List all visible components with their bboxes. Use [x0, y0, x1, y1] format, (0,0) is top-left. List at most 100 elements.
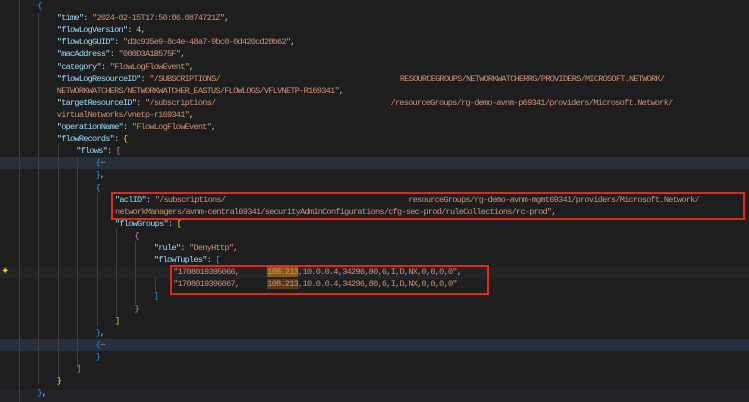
json-key: "time": [56, 13, 84, 24]
bracket: {: [37, 1, 42, 11]
bracket: }: [134, 303, 139, 314]
punctuation: ,: [189, 61, 194, 72]
json-string: /resourceGroups/rg-demo-avnm-p69341/prov…: [390, 97, 673, 108]
punctuation: ,: [338, 85, 344, 96]
code-line[interactable]: },: [37, 387, 47, 399]
current-line-highlight: [0, 157, 749, 169]
flowtuples-highlight-box: [170, 265, 489, 295]
json-string: "2024-02-15T17:50:06.0874721Z": [92, 13, 225, 24]
code-editor[interactable]: { "time": "2024-02-15T17:50:06.0874721Z",…: [0, 0, 749, 402]
punctuation: :: [122, 122, 132, 132]
code-line[interactable]: "flowLogResourceID": "/SUBSCRIPTIONS/RES…: [57, 73, 665, 85]
indent-guide: [38, 12, 40, 384]
bracket: }: [56, 376, 62, 387]
json-key: "flowTuples": [153, 255, 208, 266]
code-line[interactable]: NETWORKWATCHERS/NETWORKWATCHER_EASTUS/FL…: [56, 85, 344, 97]
code-line[interactable]: "flowLogVersion": 4,: [56, 24, 146, 36]
code-line[interactable]: "category": "FlowLogFlowEvent",: [57, 61, 194, 73]
json-key: "flowRecords": [56, 134, 115, 145]
indent-guide: [77, 157, 79, 368]
bracket: }: [95, 351, 101, 362]
line-highlight: [0, 390, 749, 402]
code-line[interactable]: ]: [115, 315, 120, 327]
punctuation: :: [206, 255, 216, 266]
json-string: "FlowLogFlowEvent": [131, 122, 212, 132]
indent-guide: [116, 229, 117, 316]
punctuation: :: [114, 37, 123, 48]
fold-ellipsis-icon[interactable]: ⋯: [100, 158, 105, 168]
code-line[interactable]: ]: [76, 363, 81, 375]
json-string: NETWORKWATCHERS/NETWORKWATCHER_EASTUS/FL…: [56, 85, 340, 96]
redacted-region: [215, 98, 390, 108]
code-line[interactable]: }: [134, 303, 139, 315]
code-line[interactable]: }: [56, 375, 62, 387]
code-line[interactable]: {⋯: [96, 157, 106, 169]
json-key: "flowLogGUID": [56, 37, 115, 48]
fold-ellipsis-icon[interactable]: ⋯: [100, 340, 105, 350]
code-line[interactable]: "macAddress": "000D3A1B575F",: [56, 48, 186, 60]
json-string: "FlowLogFlowEvent": [109, 61, 190, 72]
json-key: "flows": [76, 146, 108, 157]
punctuation: :: [127, 25, 137, 36]
redacted-region: [220, 73, 400, 83]
json-key: "category": [56, 61, 102, 72]
bracket: {: [95, 182, 101, 193]
code-line[interactable]: "rule": "DenyHttp",: [153, 242, 239, 254]
bracket: [: [215, 255, 221, 266]
bracket: [: [176, 218, 182, 229]
json-key: "flowGroups": [115, 218, 169, 229]
indent-guide: [57, 145, 59, 386]
json-string: RESOURCEGROUPS/NETWORKWATCHERRG/PROVIDER…: [399, 73, 665, 84]
code-line[interactable]: {⋯: [96, 339, 106, 351]
aclid-highlight-box: [111, 192, 745, 220]
json-string: "/subscriptions/: [144, 97, 216, 108]
punctuation: ,: [224, 13, 229, 24]
bracket: ]: [153, 291, 159, 302]
json-key: "macAddress": [56, 49, 111, 60]
code-line[interactable]: {: [37, 0, 42, 12]
punctuation: :: [107, 146, 116, 157]
current-line-highlight: [0, 339, 749, 351]
code-line[interactable]: "flows": [: [76, 145, 121, 157]
indent-guide: [19, 0, 20, 402]
punctuation: ,: [100, 170, 105, 181]
code-line[interactable]: virtualNetworks/vnetp-r169341",: [57, 109, 194, 121]
code-line[interactable]: {: [95, 182, 101, 194]
punctuation: :: [109, 49, 119, 60]
punctuation: :: [100, 61, 110, 72]
json-string: virtualNetworks/vnetp-r169341": [56, 109, 190, 120]
bracket: [: [115, 146, 121, 157]
json-string: "000D3A1B575F": [118, 49, 181, 60]
sparkle-icon[interactable]: ✦: [1, 267, 9, 277]
bracket: ]: [115, 315, 120, 326]
punctuation: ,: [140, 25, 146, 36]
json-string: "/SUBSCRIPTIONS/: [149, 73, 220, 84]
code-line[interactable]: "flowLogGUID": "d3c935e9-8c4e-48a7-9bc0-…: [56, 36, 296, 48]
code-line[interactable]: },: [96, 327, 106, 339]
punctuation: :: [180, 243, 190, 253]
code-line[interactable]: ]: [153, 290, 159, 302]
code-line[interactable]: "time": "2024-02-15T17:50:06.0874721Z",: [56, 12, 230, 24]
json-key: "targetResourceID": [56, 97, 137, 108]
punctuation: ,: [189, 109, 194, 120]
indent-guide: [135, 241, 137, 304]
json-key: "flowLogResourceID": [56, 73, 141, 84]
punctuation: ,: [180, 49, 185, 60]
code-line[interactable]: },: [96, 169, 106, 181]
code-line[interactable]: "flowRecords": {: [57, 133, 128, 145]
json-string: "DenyHttp": [189, 243, 234, 253]
json-key: "flowLogVersion": [56, 25, 128, 36]
punctuation: ,: [41, 388, 47, 399]
code-line[interactable]: }: [95, 351, 101, 363]
json-string: "d3c935e9-8c4e-48a7-9bc0-0d420cd20b62": [122, 37, 291, 48]
code-line[interactable]: "targetResourceID": "/subscriptions/ /res…: [57, 97, 673, 109]
code-line[interactable]: "operationName": "FlowLogFlowEvent",: [57, 121, 217, 133]
punctuation: :: [83, 13, 93, 24]
bracket: {: [134, 230, 139, 241]
indent-guide: [96, 193, 98, 326]
code-line[interactable]: {: [134, 230, 139, 242]
json-key: "rule": [153, 243, 181, 253]
punctuation: ,: [100, 327, 105, 338]
punctuation: :: [167, 218, 177, 229]
punctuation: ,: [233, 243, 238, 253]
